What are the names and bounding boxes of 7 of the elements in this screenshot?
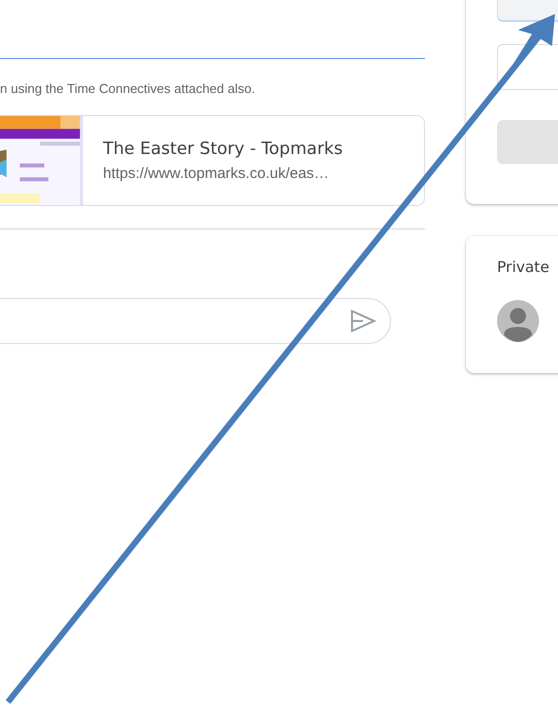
link-url: https://www.topmarks.co.uk/eas…	[103, 165, 330, 182]
card-title: Private	[497, 258, 550, 276]
assignment-description: n using the Time Connectives attached also.	[0, 81, 256, 96]
link-title: The Easter Story - Topmarks	[103, 139, 343, 159]
avatar-icon	[497, 300, 539, 342]
link-attachment-card[interactable]: The Easter Story - Topmarks https://www.topmarks.co.uk/eas…	[0, 115, 425, 206]
comment-field[interactable]	[0, 298, 391, 344]
